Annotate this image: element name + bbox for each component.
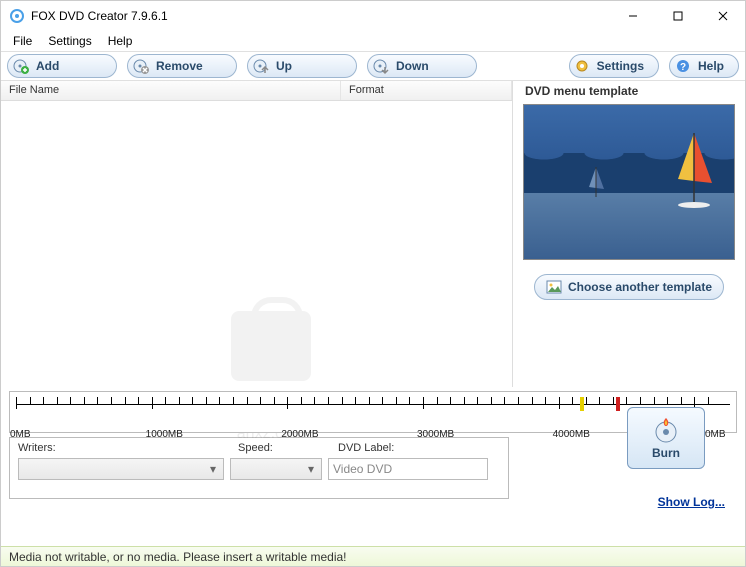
gear-icon: [574, 57, 591, 75]
close-button[interactable]: [700, 1, 745, 31]
maximize-button[interactable]: [655, 1, 700, 31]
speed-label: Speed:: [238, 442, 338, 454]
picture-icon: [546, 280, 562, 294]
down-button[interactable]: Down: [367, 54, 477, 78]
status-text: Media not writable, or no media. Please …: [9, 550, 347, 564]
chevron-down-icon: ▾: [303, 461, 319, 477]
burn-icon: [652, 416, 680, 444]
choose-template-button[interactable]: Choose another template: [534, 274, 724, 300]
file-list-pane: File Name Format 安下载 anxz.com: [1, 81, 513, 387]
help-icon: ?: [674, 57, 692, 75]
col-filename[interactable]: File Name: [1, 81, 341, 100]
burn-label: Burn: [652, 446, 680, 460]
menu-file[interactable]: File: [5, 32, 40, 50]
toolbar: Add Remove Up Down Settings ? Help: [1, 51, 745, 81]
dvdlabel-input[interactable]: Video DVD: [328, 458, 488, 480]
up-button[interactable]: Up: [247, 54, 357, 78]
burn-button[interactable]: Burn: [627, 407, 705, 469]
up-label: Up: [276, 59, 292, 73]
statusbar: Media not writable, or no media. Please …: [1, 546, 745, 566]
file-list[interactable]: 安下载 anxz.com: [1, 101, 512, 387]
menu-help[interactable]: Help: [100, 32, 141, 50]
choose-template-label: Choose another template: [568, 280, 712, 294]
speed-combo[interactable]: ▾: [230, 458, 322, 480]
writers-combo[interactable]: ▾: [18, 458, 224, 480]
list-header: File Name Format: [1, 81, 512, 101]
writers-label: Writers:: [18, 442, 238, 454]
show-log-link[interactable]: Show Log...: [658, 495, 725, 509]
down-label: Down: [396, 59, 429, 73]
titlebar: FOX DVD Creator 7.9.6.1: [1, 1, 745, 31]
bottom-panel: Writers: Speed: DVD Label: ▾ ▾ Video DVD…: [9, 437, 737, 499]
writer-box: Writers: Speed: DVD Label: ▾ ▾ Video DVD: [9, 437, 509, 499]
remove-label: Remove: [156, 59, 203, 73]
dvdlabel-label: DVD Label:: [338, 442, 394, 454]
help-button[interactable]: ? Help: [669, 54, 739, 78]
template-pane: DVD menu template Choose another templat…: [513, 81, 745, 387]
disc-down-icon: [372, 57, 390, 75]
windsurf-small-icon: [586, 167, 606, 201]
col-format[interactable]: Format: [341, 81, 512, 100]
menubar: File Settings Help: [1, 31, 745, 51]
content-area: File Name Format 安下载 anxz.com DVD menu t…: [1, 81, 745, 387]
disc-add-icon: [12, 57, 30, 75]
windsurf-icon: [672, 133, 716, 209]
settings-label: Settings: [597, 59, 644, 73]
disc-up-icon: [252, 57, 270, 75]
app-icon: [9, 8, 25, 24]
add-label: Add: [36, 59, 59, 73]
settings-button[interactable]: Settings: [569, 54, 659, 78]
burn-area: Burn Show Log...: [509, 437, 737, 499]
template-title: DVD menu template: [523, 81, 735, 104]
disc-remove-icon: [132, 57, 150, 75]
minimize-button[interactable]: [610, 1, 655, 31]
svg-text:?: ?: [680, 62, 686, 73]
window-title: FOX DVD Creator 7.9.6.1: [31, 9, 610, 23]
add-button[interactable]: Add: [7, 54, 117, 78]
capacity-ticks: [16, 404, 730, 420]
chevron-down-icon: ▾: [205, 461, 221, 477]
template-preview[interactable]: [523, 104, 735, 260]
menu-settings[interactable]: Settings: [40, 32, 99, 50]
remove-button[interactable]: Remove: [127, 54, 237, 78]
help-label: Help: [698, 59, 724, 73]
